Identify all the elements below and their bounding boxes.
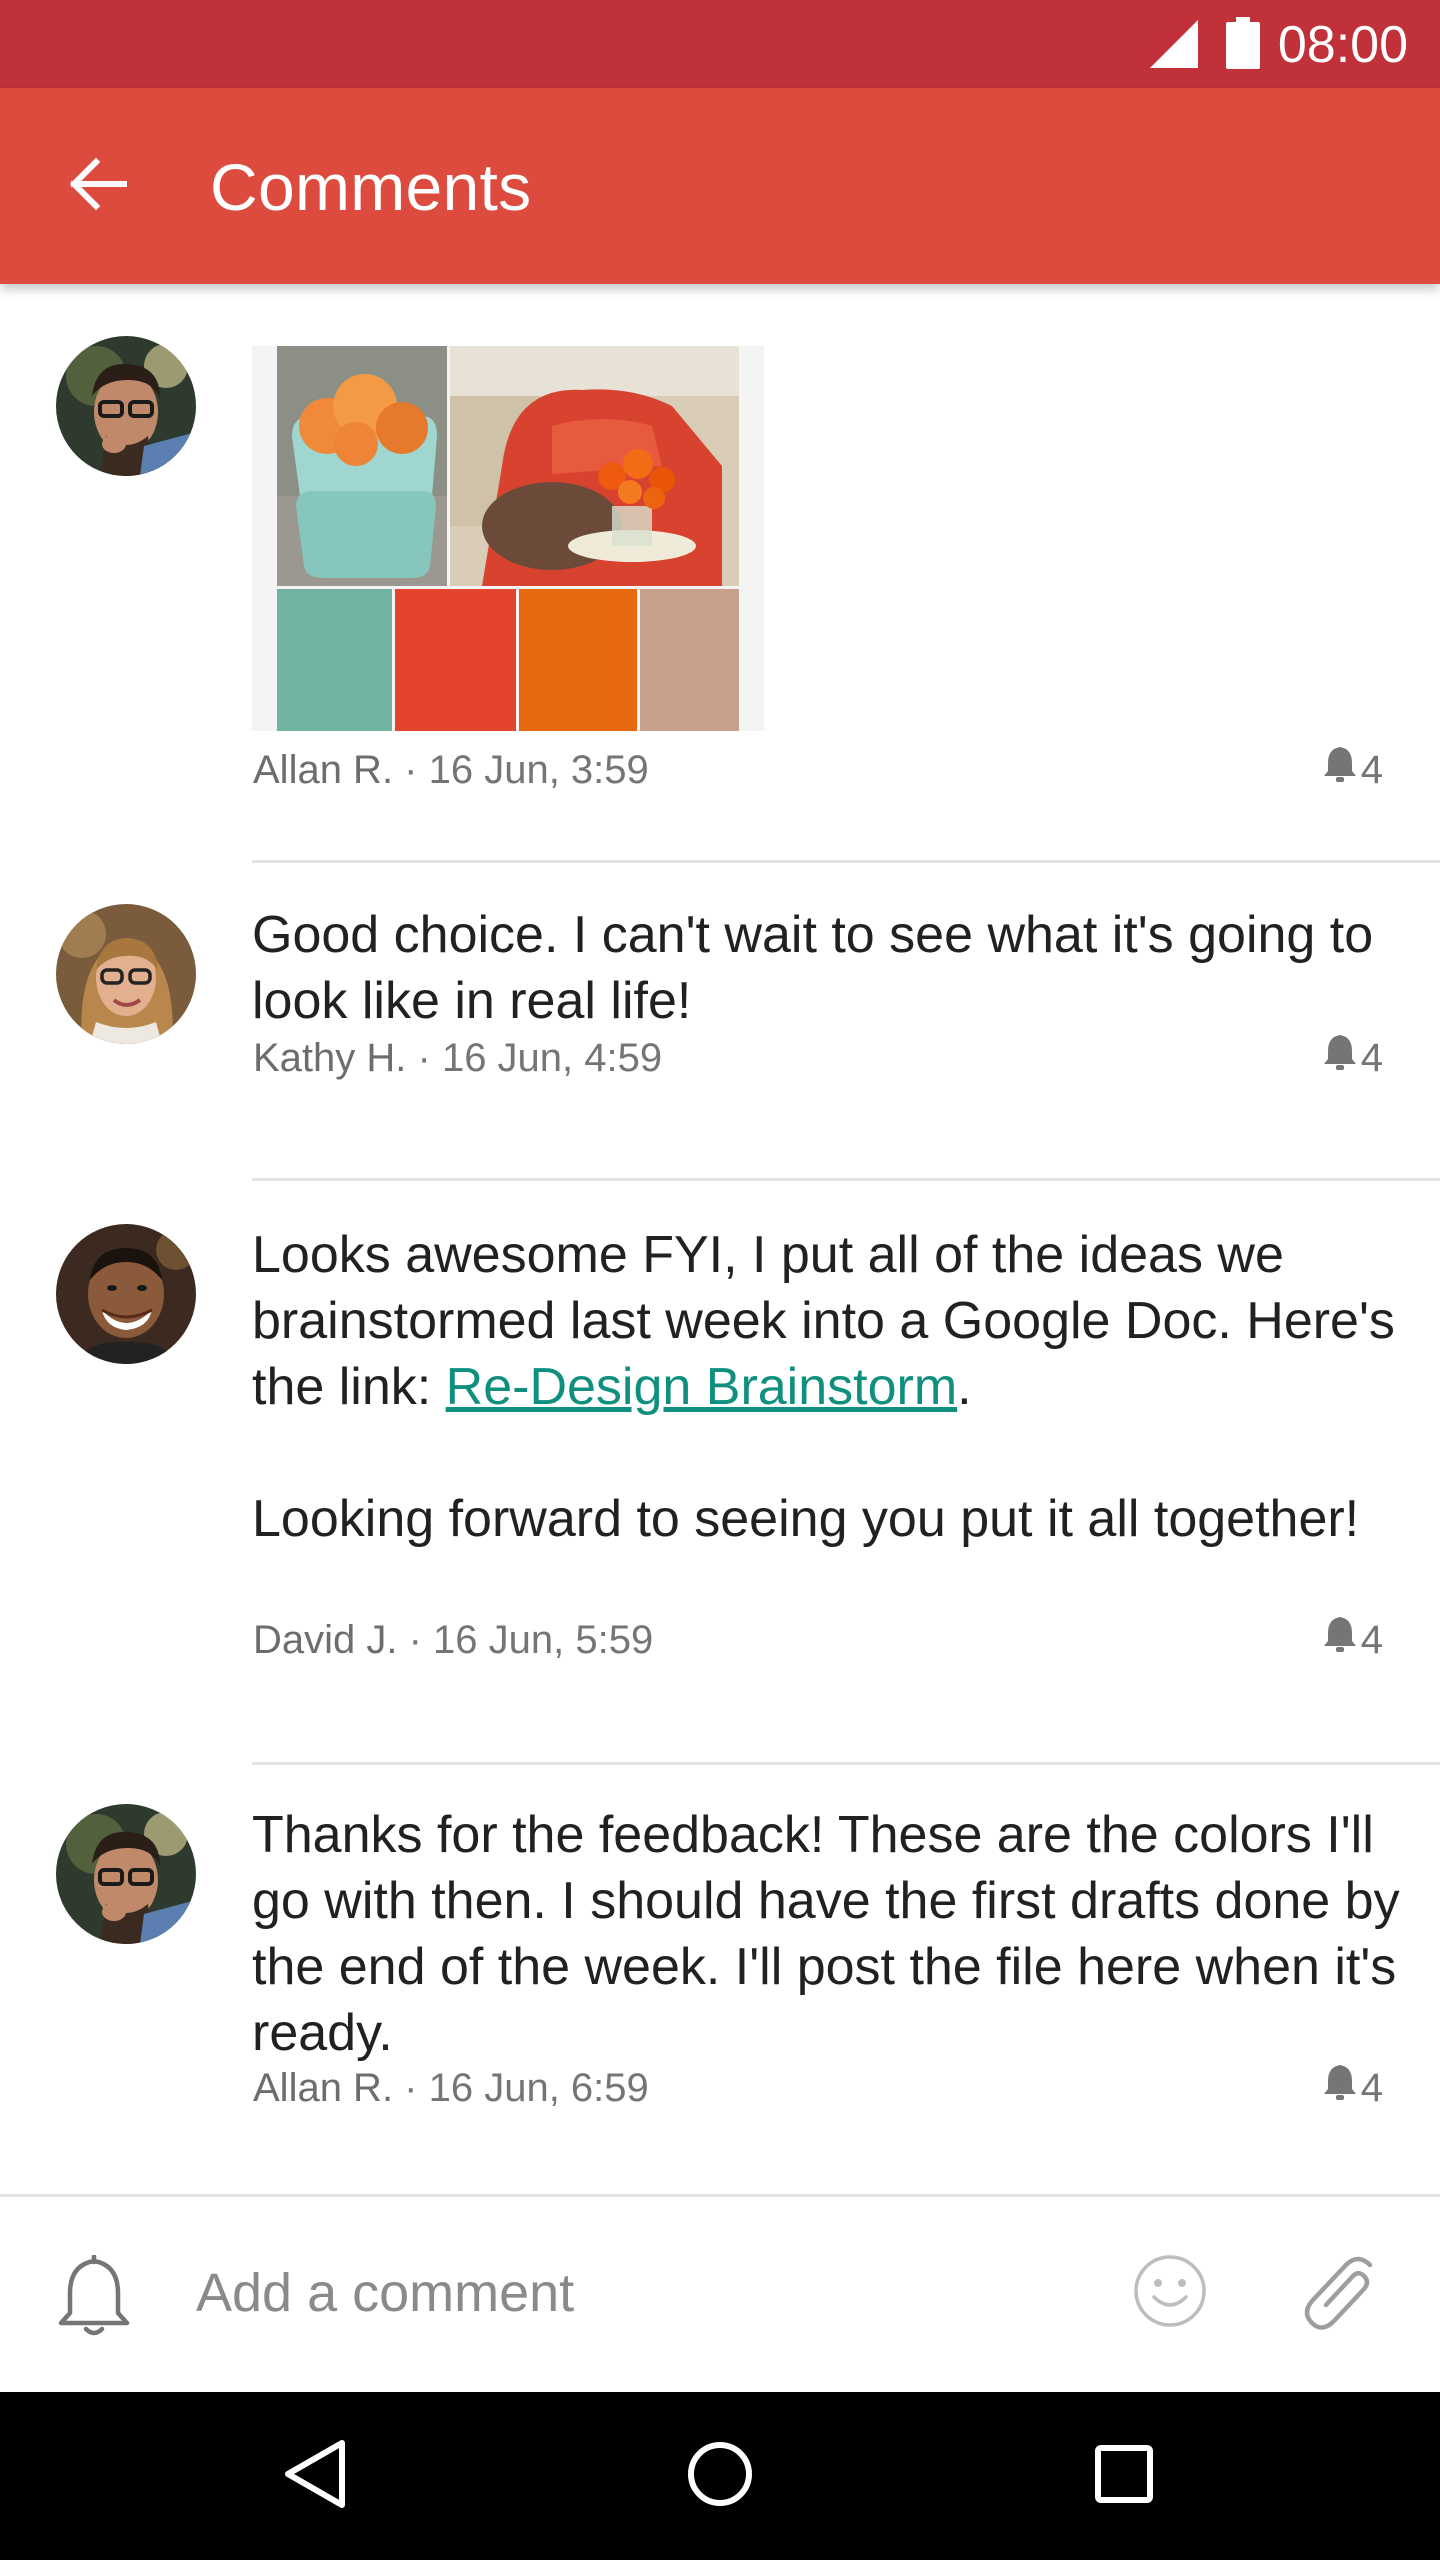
battery-full-icon <box>1226 17 1260 74</box>
comment-paragraph: Looks awesome FYI, I put all of the idea… <box>252 1222 1412 1420</box>
comment-author[interactable]: Kathy H. <box>253 1036 406 1080</box>
comment-list[interactable]: Allan R. · 16 Jun, 3:59 4 Good choice. I… <box>0 284 1440 2194</box>
meta-separator: · <box>406 1036 442 1080</box>
meta-separator: · <box>393 748 429 792</box>
doc-link[interactable]: Re-Design Brainstorm <box>446 1358 958 1416</box>
nav-recents-button[interactable] <box>1074 2426 1174 2526</box>
comment-meta: Allan R. · 16 Jun, 6:59 4 <box>253 2060 1383 2116</box>
nav-back-button[interactable] <box>266 2426 366 2526</box>
square-recents-icon <box>1094 2444 1154 2509</box>
comment-text: Looks awesome FYI, I put all of the idea… <box>252 1222 1412 1552</box>
comment-author[interactable]: David J. <box>253 1618 398 1662</box>
attachment-paperclip-icon[interactable] <box>1298 2249 1382 2344</box>
divider <box>252 1178 1440 1181</box>
bell-icon <box>1323 742 1357 798</box>
comment-text-part: . <box>957 1358 972 1416</box>
comment-input[interactable] <box>196 2253 1076 2333</box>
notify-indicator[interactable]: 4 <box>1323 1030 1383 1086</box>
notify-count: 4 <box>1360 1036 1383 1080</box>
comment-item: Good choice. I can't wait to see what it… <box>0 862 1440 1182</box>
comment-item: Looks awesome FYI, I put all of the idea… <box>0 1182 1440 1765</box>
back-button[interactable] <box>40 128 156 244</box>
comment-author[interactable]: Allan R. <box>253 2066 393 2110</box>
notify-count: 4 <box>1360 2066 1383 2110</box>
comment-author[interactable]: Allan R. <box>253 748 393 792</box>
compose-bar <box>0 2194 1440 2392</box>
comment-paragraph: Looking forward to seeing you put it all… <box>252 1490 1360 1548</box>
swatch <box>395 589 516 731</box>
comment-meta: Allan R. · 16 Jun, 3:59 4 <box>253 742 1383 798</box>
attachment-image[interactable] <box>252 346 764 731</box>
status-time: 08:00 <box>1277 16 1408 74</box>
comment-item: Allan R. · 16 Jun, 3:59 4 <box>0 284 1440 863</box>
bell-icon <box>1323 2060 1357 2116</box>
comment-text: Thanks for the feedback! These are the c… <box>252 1806 1400 2062</box>
comment-time: 16 Jun, 6:59 <box>428 2066 649 2110</box>
app-bar: Comments <box>0 88 1440 284</box>
avatar[interactable] <box>56 1224 196 1364</box>
system-nav-bar <box>0 2392 1440 2560</box>
comment-meta: Kathy H. · 16 Jun, 4:59 4 <box>253 1030 1383 1086</box>
notify-count: 4 <box>1360 1618 1383 1662</box>
notify-count: 4 <box>1360 748 1383 792</box>
swatch <box>519 589 637 731</box>
comment-meta: David J. · 16 Jun, 5:59 4 <box>253 1612 1383 1668</box>
comment-item: Thanks for the feedback! These are the c… <box>0 1764 1440 2194</box>
page-title: Comments <box>210 150 532 224</box>
notify-indicator[interactable]: 4 <box>1323 2060 1383 2116</box>
bell-icon <box>1323 1612 1357 1668</box>
comment-time: 16 Jun, 4:59 <box>441 1036 663 1080</box>
triangle-back-icon <box>284 2439 348 2514</box>
meta-separator: · <box>397 1618 434 1662</box>
swatch <box>277 589 392 731</box>
notify-indicator[interactable]: 4 <box>1323 742 1383 798</box>
swatch <box>640 589 739 731</box>
notification-bell-icon[interactable] <box>56 2253 132 2344</box>
meta-separator: · <box>393 2066 429 2110</box>
comment-time: 16 Jun, 5:59 <box>433 1618 654 1662</box>
avatar[interactable] <box>56 336 196 476</box>
arrow-back-icon <box>66 152 130 221</box>
status-bar: 08:00 <box>0 0 1440 88</box>
emoji-icon[interactable] <box>1132 2253 1208 2334</box>
nav-home-button[interactable] <box>670 2426 770 2526</box>
cellular-signal-icon <box>1150 20 1200 73</box>
comment-time: 16 Jun, 3:59 <box>428 748 649 792</box>
notify-indicator[interactable]: 4 <box>1323 1612 1383 1668</box>
avatar[interactable] <box>56 1804 196 1944</box>
avatar[interactable] <box>56 904 196 1044</box>
comment-text: Good choice. I can't wait to see what it… <box>252 906 1374 1030</box>
circle-home-icon <box>687 2441 753 2512</box>
bell-icon <box>1323 1030 1357 1086</box>
